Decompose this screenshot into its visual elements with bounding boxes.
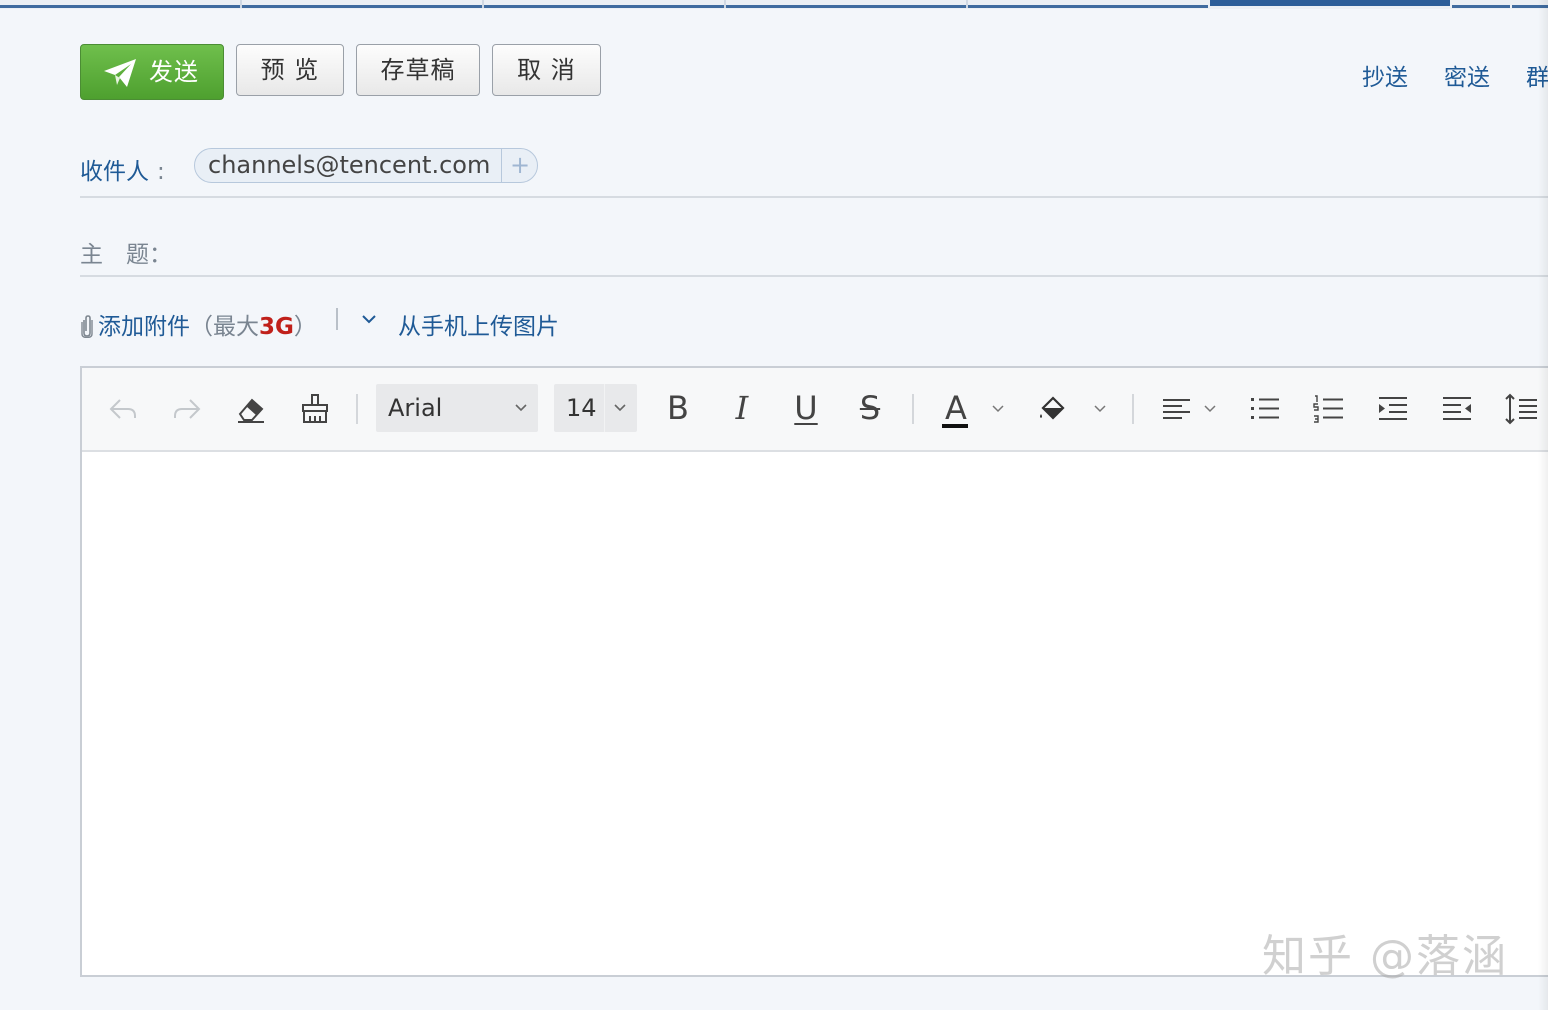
toolbar-divider [356, 394, 358, 424]
recipient-divider [80, 196, 1548, 198]
highlight-color-icon[interactable] [1036, 392, 1070, 426]
recipient-colon: : [157, 159, 165, 185]
paper-plane-icon [104, 59, 136, 87]
rich-text-editor: Arial 14 B I U S A [80, 366, 1548, 977]
attachment-separator [336, 308, 338, 330]
recipient-label-text: 收件人 [80, 159, 149, 185]
bullet-list-icon[interactable] [1248, 392, 1282, 426]
toolbar-divider [912, 394, 914, 424]
font-family-select[interactable]: Arial [376, 384, 538, 432]
font-color-button[interactable]: A [940, 388, 972, 428]
recipient-chip[interactable]: channels@tencent.com + [194, 148, 538, 183]
font-size-select[interactable]: 14 [554, 384, 637, 432]
bcc-link[interactable]: 密送 [1444, 58, 1490, 92]
numbered-list-icon[interactable] [1312, 392, 1346, 426]
send-label: 发送 [149, 58, 199, 86]
cc-link[interactable]: 抄送 [1362, 58, 1408, 92]
tab-5[interactable] [968, 0, 1208, 8]
chevron-down-icon [515, 404, 527, 412]
tab-2[interactable] [242, 0, 482, 8]
font-color-swatch [942, 424, 968, 428]
chip-divider [501, 149, 502, 182]
cancel-button[interactable]: 取 消 [492, 44, 601, 96]
watermark: 知乎 @落涵 [1262, 931, 1508, 982]
preview-button[interactable]: 预 览 [236, 44, 344, 96]
recipient-address: channels@tencent.com [208, 151, 491, 179]
tab-1[interactable] [0, 0, 240, 8]
toolbar-divider [1132, 394, 1134, 424]
attachment-row: 添加附件（最大3G） [80, 307, 317, 341]
send-button[interactable]: 发送 [80, 44, 224, 100]
max-size-open: （最大 [190, 314, 259, 340]
upload-from-phone-link[interactable]: 从手机上传图片 [398, 307, 559, 341]
line-height-icon[interactable] [1504, 392, 1538, 426]
chevron-down-icon[interactable] [360, 312, 378, 326]
align-left-icon[interactable] [1160, 392, 1194, 426]
tab-4[interactable] [726, 0, 966, 8]
font-family-value: Arial [388, 394, 443, 422]
chevron-down-icon[interactable] [1204, 404, 1216, 414]
tab-active[interactable] [1210, 0, 1450, 6]
chevron-down-icon[interactable] [1094, 404, 1106, 414]
max-size-value: 3G [259, 314, 294, 340]
underline-button[interactable]: U [790, 388, 822, 428]
tab-strip [0, 0, 1548, 9]
chevron-down-icon [614, 404, 626, 412]
indent-increase-icon[interactable] [1376, 392, 1410, 426]
editor-toolbar: Arial 14 B I U S A [82, 368, 1548, 452]
recipient-label: 收件人: [80, 152, 165, 186]
save-draft-button[interactable]: 存草稿 [356, 44, 480, 96]
strikethrough-button[interactable]: S [854, 388, 886, 428]
font-size-value: 14 [566, 394, 597, 422]
subject-input[interactable] [190, 226, 1524, 272]
eraser-icon[interactable] [234, 392, 268, 426]
bold-button[interactable]: B [662, 388, 694, 428]
window-edge-shadow [1538, 0, 1548, 1010]
font-size-divider [604, 384, 605, 432]
editor-body[interactable] [82, 452, 1548, 975]
add-recipient-button[interactable]: + [506, 149, 534, 182]
paperclip-icon [81, 315, 93, 338]
subject-label: 主 题： [80, 242, 172, 268]
format-painter-icon[interactable] [298, 392, 332, 426]
tab-7[interactable] [1452, 0, 1510, 8]
max-size-close: ） [293, 314, 317, 340]
italic-button[interactable]: I [726, 388, 758, 428]
subject-divider [80, 275, 1548, 277]
tab-3[interactable] [484, 0, 724, 8]
indent-decrease-icon[interactable] [1440, 392, 1474, 426]
add-attachment-link[interactable]: 添加附件 [98, 314, 190, 340]
chevron-down-icon[interactable] [992, 404, 1004, 414]
redo-icon[interactable] [170, 392, 204, 426]
undo-icon[interactable] [106, 392, 140, 426]
